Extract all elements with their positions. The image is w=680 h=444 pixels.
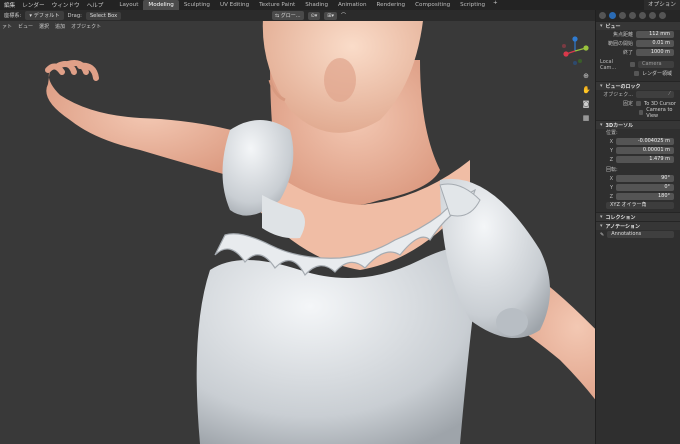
camera-icon[interactable]: ◙	[582, 100, 590, 108]
menu-view[interactable]: ビュー	[18, 23, 33, 30]
tab-scripting[interactable]: Scripting	[455, 0, 490, 10]
tab-rendering[interactable]: Rendering	[372, 0, 411, 10]
focal-length-label: 焦点距離	[612, 32, 633, 38]
local-camera-label: Local Cam...	[600, 58, 617, 71]
rotation-mode-dropdown[interactable]: XYZ オイラー角	[606, 202, 674, 209]
rot-y-row: Y 0°	[602, 183, 680, 192]
camera-to-view-row: Camera to View	[596, 106, 680, 119]
3d-viewport[interactable]	[0, 0, 595, 444]
character-render	[45, 0, 595, 444]
properties-sidebar: ビュー 焦点距離112 mm 範囲の開始0.01 m 終了1000 m Loca…	[595, 10, 680, 444]
tab-modeling[interactable]: Modeling	[143, 0, 179, 10]
view-lock-header[interactable]: ビューのロック	[596, 81, 680, 90]
menu-add[interactable]: 追加	[55, 23, 65, 30]
lock-object-field[interactable]: ⁄	[636, 91, 674, 98]
location-y-field[interactable]: 0.00001 m	[616, 147, 674, 154]
loc-z-row: Z 1.479 m	[602, 155, 680, 164]
collection-header[interactable]: コレクション	[596, 212, 680, 221]
local-camera-checkbox[interactable]	[630, 62, 635, 67]
drag-dropdown[interactable]: Select Box	[85, 11, 122, 20]
orientation-value: デフォルト	[33, 13, 60, 19]
annotation-icon: ✎	[600, 231, 605, 238]
view-icon[interactable]	[609, 12, 616, 19]
annotation-row: ✎ Annotations	[596, 230, 680, 239]
viewport-overlay-controls: ⇆ グロー... ⊙▾ ⊞▾ ⌒	[272, 10, 346, 21]
tab-shading[interactable]: Shading	[300, 0, 333, 10]
location-x-field[interactable]: -0.004025 m	[616, 138, 674, 145]
tab-texture-paint[interactable]: Texture Paint	[254, 0, 300, 10]
tab-layout[interactable]: Layout	[114, 0, 143, 10]
transform-orientation-value: グロー...	[280, 13, 301, 19]
camera-to-view-checkbox[interactable]	[639, 110, 644, 115]
render-region-checkbox[interactable]	[634, 71, 639, 76]
tab-sculpting[interactable]: Sculpting	[179, 0, 215, 10]
tab-animation[interactable]: Animation	[333, 0, 372, 10]
focal-length-field[interactable]: 112 mm	[636, 31, 674, 38]
menu-edit[interactable]: 編集	[4, 1, 15, 9]
location-z-field[interactable]: 1.479 m	[616, 156, 674, 163]
annotation-field[interactable]: Annotations	[607, 231, 674, 238]
menu-object[interactable]: オブジェクト	[71, 23, 101, 30]
rotation-z-field[interactable]: 180°	[616, 193, 674, 200]
menu-window[interactable]: ウィンドウ	[52, 1, 80, 9]
overlay-icon[interactable]	[619, 12, 626, 19]
loc-y-row: Y 0.00001 m	[602, 146, 680, 155]
rotation-label: 回転:	[606, 167, 618, 173]
3d-cursor-header[interactable]: 3Dカーソル	[596, 120, 680, 129]
orientation-dropdown[interactable]: ▾ デフォルト	[25, 11, 64, 20]
menu-help[interactable]: ヘルプ	[87, 1, 104, 9]
location-label: 位置:	[606, 130, 618, 136]
material-icon[interactable]	[649, 12, 656, 19]
proportional-edit-icon[interactable]: ⊞▾	[324, 11, 337, 20]
sidebar-header	[596, 10, 680, 21]
focal-length-row: 焦点距離 112 mm	[596, 30, 680, 39]
render-icon[interactable]	[639, 12, 646, 19]
view-panel-header[interactable]: ビュー	[596, 21, 680, 30]
navigation-gizmo[interactable]	[560, 36, 590, 66]
wire-icon[interactable]	[659, 12, 666, 19]
clip-start-row: 範囲の開始 0.01 m	[596, 39, 680, 48]
add-workspace-button[interactable]: +	[493, 0, 498, 10]
lock-object-row: オブジェク... ⁄	[596, 90, 680, 99]
rotation-x-field[interactable]: 90°	[616, 175, 674, 182]
clip-end-row: 終了 1000 m	[596, 48, 680, 57]
tab-uv-editing[interactable]: UV Editing	[215, 0, 254, 10]
camera-field[interactable]: Camera	[638, 61, 674, 68]
local-camera-row: Local Cam... Camera	[596, 58, 680, 71]
zoom-icon[interactable]: ⊕	[582, 72, 590, 80]
camera-to-view-label: Camera to View	[646, 106, 673, 119]
transform-orientation-dropdown[interactable]: ⇆ グロー...	[272, 11, 304, 20]
render-region-label: レンダー領域	[642, 71, 673, 77]
clip-end-label: 終了	[622, 50, 633, 56]
shading-icon[interactable]	[629, 12, 636, 19]
clip-start-field[interactable]: 0.01 m	[636, 40, 674, 47]
pan-hand-icon[interactable]: ✋	[582, 86, 591, 94]
rotation-y-field[interactable]: 0°	[616, 184, 674, 191]
tab-compositing[interactable]: Compositing	[410, 0, 455, 10]
snap-icon[interactable]: ⊙▾	[307, 11, 321, 20]
clip-start-label: 範囲の開始	[607, 41, 633, 47]
object-icon[interactable]	[599, 12, 606, 19]
menu-select[interactable]: 選択	[39, 23, 49, 30]
rot-z-row: Z 180°	[602, 192, 680, 201]
workspace-tabs: Layout Modeling Sculpting UV Editing Tex…	[114, 0, 498, 10]
orientation-label: 座標系:	[4, 13, 22, 19]
menu-tool[interactable]: ァト	[2, 23, 12, 30]
to-3d-cursor-checkbox[interactable]	[636, 101, 641, 106]
clip-end-field[interactable]: 1000 m	[636, 49, 674, 56]
loc-x-row: X -0.004025 m	[602, 137, 680, 146]
curve-icon[interactable]: ⌒	[341, 12, 346, 19]
drag-label: Drag:	[67, 12, 82, 19]
options-label[interactable]: オプション	[644, 0, 680, 10]
annotation-header[interactable]: アノテーション	[596, 221, 680, 230]
lock-label: 固定	[622, 101, 633, 107]
rot-x-row: X 90°	[602, 174, 680, 183]
lock-object-label: オブジェク...	[603, 92, 633, 98]
viewport-menu: ァト ビュー 選択 追加 オブジェクト	[0, 21, 595, 31]
menu-render[interactable]: レンダー	[22, 1, 44, 9]
cursor-location: 位置: X -0.004025 m Y 0.00001 m Z 1.479 m 回転:…	[596, 129, 680, 209]
viewport-nav-buttons: ⊕ ✋ ◙ ▦	[582, 72, 591, 122]
grid-icon[interactable]: ▦	[582, 114, 590, 122]
top-menu-bar: 編集 レンダー ウィンドウ ヘルプ Layout Modeling Sculpt…	[0, 0, 680, 10]
